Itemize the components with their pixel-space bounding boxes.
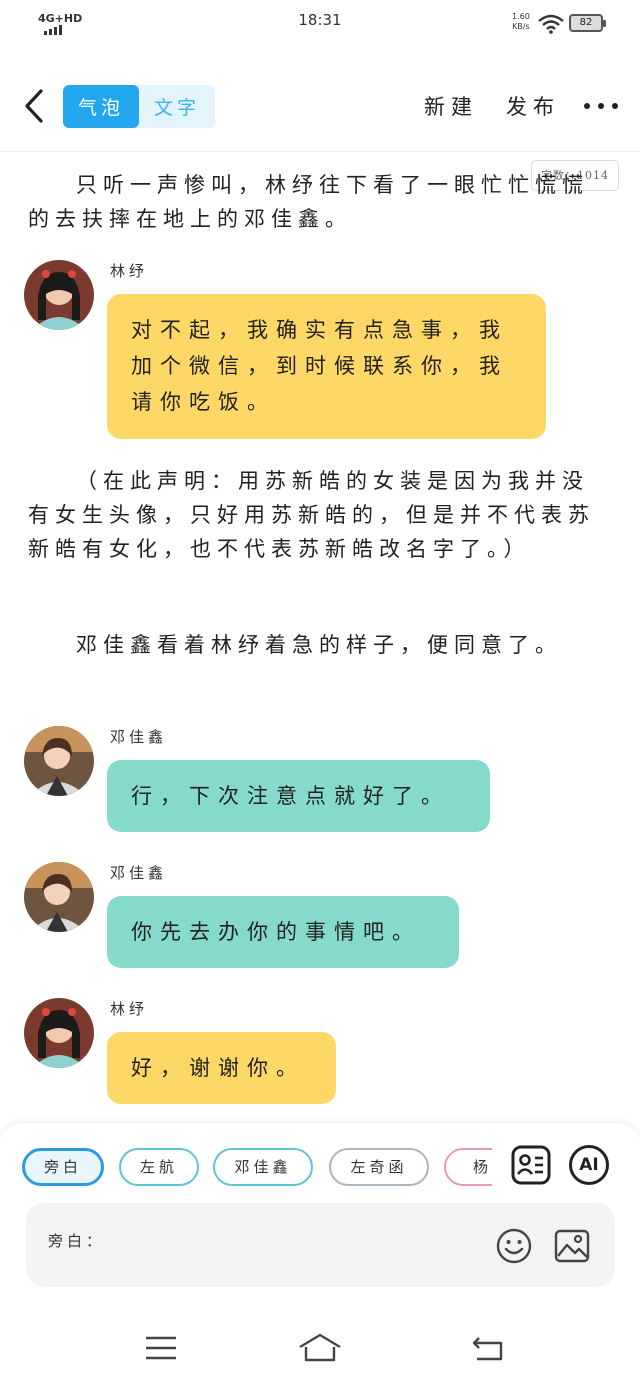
chat-bubble: 你先去办你的事情吧。 [107, 896, 459, 968]
narration-paragraph[interactable]: （在此声明：用苏新皓的女装是因为我并没有女生头像，只好用苏新皓的，但是并不代表苏… [28, 464, 613, 566]
image-button[interactable] [552, 1226, 592, 1266]
character-chip[interactable]: 左航 [119, 1148, 199, 1186]
image-icon [554, 1229, 590, 1263]
composer-input-box[interactable]: 旁白： [26, 1203, 615, 1287]
ai-button[interactable]: AI [568, 1144, 610, 1186]
contact-card-icon [511, 1145, 551, 1185]
menu-icon [146, 1336, 176, 1360]
system-nav-bar [0, 1312, 640, 1387]
back-button[interactable] [16, 84, 52, 128]
speaker-name: 邓佳鑫 [110, 864, 168, 882]
more-options-icon[interactable] [584, 90, 618, 122]
chat-bubble: 行，下次注意点就好了。 [107, 760, 490, 832]
new-button[interactable]: 新建 [424, 91, 478, 121]
return-icon [472, 1337, 503, 1361]
speaker-name: 林纾 [110, 262, 149, 280]
character-chip[interactable]: 杨博 [444, 1148, 492, 1186]
tab-bubble[interactable]: 气泡 [63, 85, 139, 128]
wifi-icon [538, 14, 564, 38]
avatar [24, 998, 94, 1068]
network-speed: 1.60 KB/s [512, 12, 530, 32]
avatar [24, 862, 94, 932]
character-chip[interactable]: 左奇函 [329, 1148, 429, 1186]
tab-text[interactable]: 文字 [139, 85, 215, 128]
story-content: 字数：1014 只听一声惨叫，林纾往下看了一眼忙忙慌慌的去扶摔在地上的邓佳鑫。 … [0, 152, 640, 1122]
speaker-name: 林纾 [110, 1000, 149, 1018]
speed-unit: KB/s [512, 22, 530, 31]
composer-panel: 旁白 左航 邓佳鑫 左奇函 杨博 AI 旁白： [0, 1122, 640, 1312]
speed-value: 1.60 [512, 12, 530, 21]
battery-icon: 82 [569, 14, 606, 32]
editor-toolbar: 气泡 文字 新建 发布 [0, 70, 640, 142]
avatar [24, 260, 94, 330]
character-chip[interactable]: 旁白 [22, 1148, 104, 1186]
narration-paragraph[interactable]: 邓佳鑫看着林纾着急的样子，便同意了。 [28, 628, 613, 662]
home-icon [299, 1333, 341, 1362]
chevron-left-icon [25, 89, 43, 123]
chat-bubble: 对不起，我确实有点急事，我加个微信，到时候联系你，我请你吃饭。 [107, 294, 546, 439]
chat-bubble: 好，谢谢你。 [107, 1032, 336, 1104]
character-card-button[interactable] [510, 1144, 552, 1186]
ai-icon: AI [569, 1145, 609, 1185]
home-nav-button[interactable] [295, 1328, 345, 1368]
character-chip-list: 旁白 左航 邓佳鑫 左奇函 杨博 [20, 1145, 492, 1189]
speaker-prefix: 旁白： [48, 1232, 106, 1250]
character-chip[interactable]: 邓佳鑫 [213, 1148, 313, 1186]
status-bar: 4G+HD 18:31 1.60 KB/s 82 [0, 0, 640, 48]
emoji-button[interactable] [494, 1226, 534, 1266]
mode-switch: 气泡 文字 [63, 85, 215, 128]
publish-button[interactable]: 发布 [506, 91, 560, 121]
avatar [24, 726, 94, 796]
back-nav-button[interactable] [463, 1328, 513, 1368]
narration-paragraph[interactable]: 只听一声惨叫，林纾往下看了一眼忙忙慌慌的去扶摔在地上的邓佳鑫。 [28, 168, 613, 236]
emoji-icon [496, 1228, 532, 1264]
message-input[interactable] [121, 1223, 481, 1263]
menu-nav-button[interactable] [136, 1328, 186, 1368]
speaker-name: 邓佳鑫 [110, 728, 168, 746]
